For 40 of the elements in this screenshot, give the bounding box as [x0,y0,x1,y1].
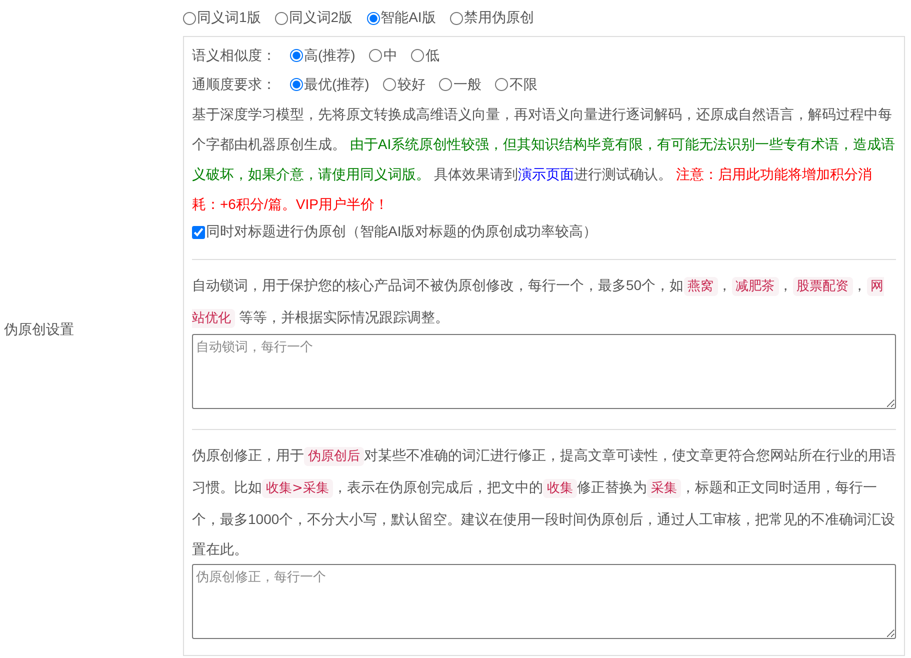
corrections-field[interactable]: 伪原创修正，每行一个 [192,564,896,639]
radio-button[interactable] [366,12,380,24]
option-label: 通顺度要求： [192,76,276,94]
radio-button[interactable] [290,78,303,91]
radio-button[interactable] [183,12,196,24]
radio-option[interactable]: 不限 [495,76,538,94]
radio-button[interactable] [439,78,452,91]
radio-button[interactable] [369,49,382,62]
title-option[interactable]: 同时对标题进行伪原创（智能AI版对标题的伪原创成功率较高） [192,219,896,245]
option-label: 语义相似度： [192,46,276,64]
keyword-chip: 收集 [542,479,577,498]
keyword-chip: 收集>采集 [262,479,333,498]
radio-button[interactable] [495,78,508,91]
mode-option[interactable]: 智能AI版 [366,9,436,27]
keyword-chip: 采集 [646,479,681,498]
radio-button[interactable] [274,12,288,24]
radio-button[interactable] [411,49,424,62]
radio-option[interactable]: 较好 [383,76,426,94]
corrections-description: 伪原创修正，用于 伪原创后 对某些不准确的词汇进行修正，提高文章可读性，使文章更符合您网站所在行业的用语习惯。比如 收集>采集 ，表示在伪原创完成后，把文中的 收集 修正替换为 采集 ，标题和正文同时适用，每行一个，最多1000个，不分大小写，默认留空。建议在使用一段时间伪原创后，通过人工审核，把常见的不准确词汇设置在此。 [192,446,896,559]
mode-option[interactable]: 同义词1版 [183,9,261,27]
lock-words-description: 自动锁词，用于保护您的核心产品词不被伪原创修改，每行一个，最多50个，如 燕窝 ， 减肥茶 ， 股票配资 ， 网站优化 等等，并根据实际情况跟踪调整。 [192,276,885,330]
radio-button[interactable] [383,78,396,91]
keyword-chip: 减肥茶 [732,277,779,296]
mode-option[interactable]: 禁用伪原创 [450,9,534,27]
radio-option[interactable]: 一般 [439,76,482,94]
radio-option[interactable]: 低 [411,46,440,64]
keyword-chip: 伪原创后 [304,447,364,466]
lock-words-field[interactable]: 自动锁词，每行一个 [192,334,896,409]
ai-description: 基于深度学习模型，先将原文转换成高维语义向量，再对语义向量进行逐词解码，还原成自然语言，解码过程中每个字都由机器原创生成。 由于AI系统原创性较强，但其知识结构毕竟有限，有可能无法识别一些专有术语，造成语义破坏，如果介意，请使用同义词版。 具体效果请到演示页面进行测试确认。 注意：启用此功能将增加积分消耗：+6积分/篇。VIP用户半价！ [192,105,896,214]
radio-option[interactable]: 高(推荐) [290,46,356,64]
demo-link[interactable]: 演示页面 [518,166,574,182]
section-label: 伪原创设置 [3,321,75,339]
mode-option[interactable]: 同义词2版 [274,9,353,27]
keyword-chip: 燕窝 [684,277,718,296]
radio-option[interactable]: 最优(推荐) [290,76,370,94]
radio-button[interactable] [450,12,463,24]
radio-button[interactable] [290,49,303,62]
checkbox[interactable] [192,226,205,238]
keyword-chip: 股票配资 [792,277,853,296]
radio-option[interactable]: 中 [369,46,398,64]
